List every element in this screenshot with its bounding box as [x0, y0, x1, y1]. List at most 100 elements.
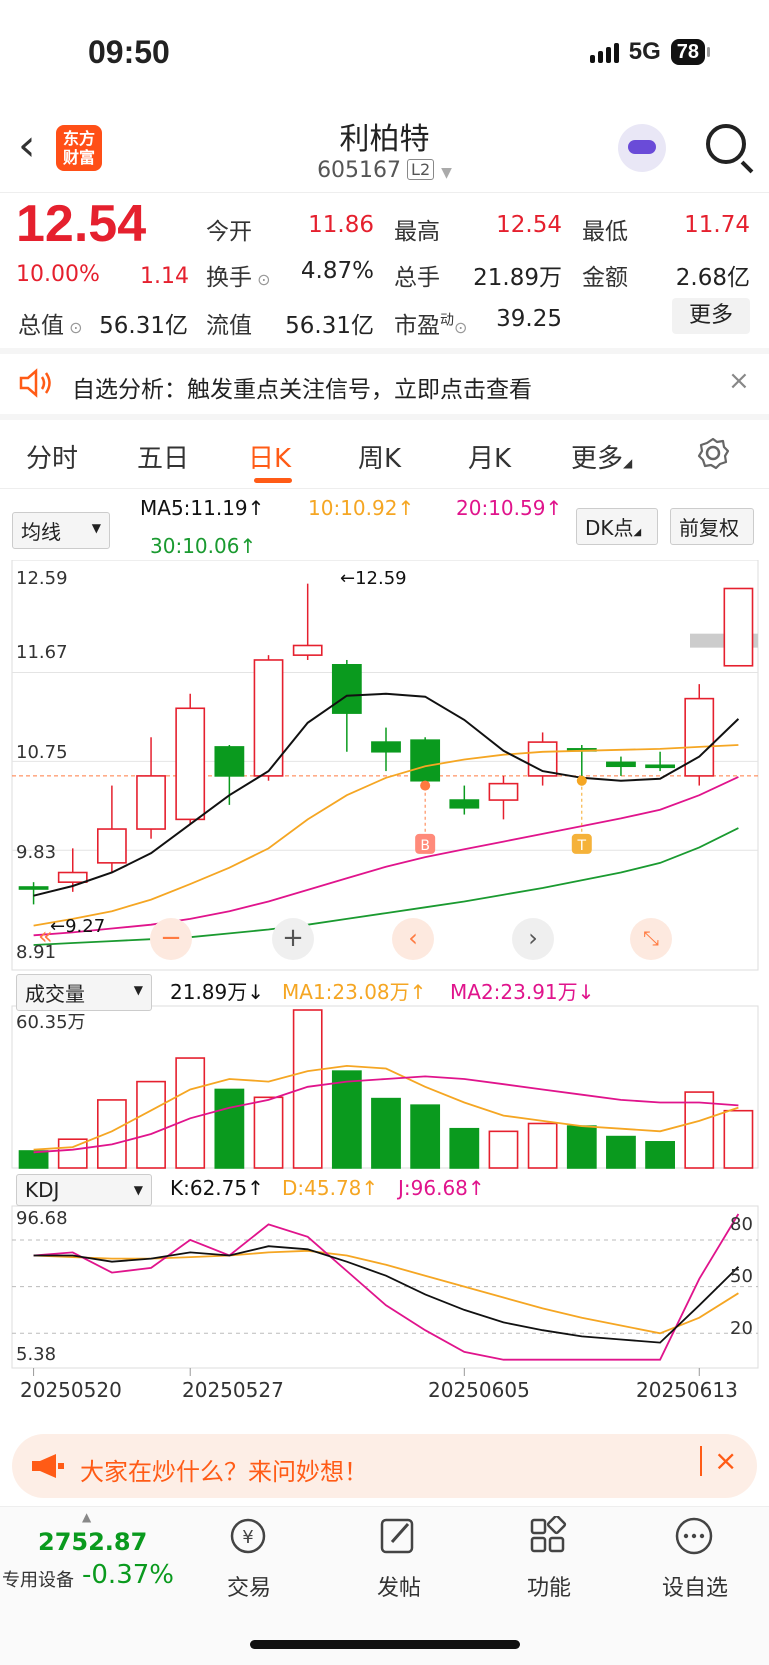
amount-label: 金额 [582, 265, 628, 291]
status-time: 09:50 [88, 34, 170, 70]
tab-daily-k[interactable]: 日K [248, 438, 291, 475]
volume-pane [11, 1005, 759, 1169]
candle-body [606, 761, 636, 768]
ma30-label: 30:10.06↑ [150, 534, 257, 558]
indicator-select-kdj[interactable]: KDJ ▼ [16, 1174, 152, 1206]
tab-intraday[interactable]: 分时 [26, 438, 78, 475]
volume-value: 21.89万 [473, 265, 562, 291]
zoom-out-button[interactable]: − [150, 918, 192, 960]
volume-label: 总手 [394, 265, 440, 291]
next-button[interactable]: › [512, 918, 554, 960]
last-price: 12.54 [16, 195, 147, 253]
total-mv-value: 56.31亿 [99, 313, 188, 339]
settings-gear-icon[interactable] [696, 436, 730, 470]
index-value[interactable]: 2752.87 [38, 1528, 147, 1556]
candle-body [175, 707, 206, 821]
level-badge: L2 [407, 159, 435, 180]
megaphone-icon [32, 1454, 64, 1478]
active-tab-indicator [254, 478, 292, 483]
candle-body [371, 741, 401, 753]
tab-monthly-k[interactable]: 月K [468, 438, 511, 475]
dk-point-button[interactable]: DK点◢ [576, 508, 658, 545]
candle-body [410, 739, 441, 782]
candle-body [645, 764, 676, 769]
tab-five-day[interactable]: 五日 [137, 438, 189, 475]
high-annotation: ←12.59 [340, 568, 407, 589]
volume-bar [96, 1099, 127, 1169]
indicator-select-ma[interactable]: 均线 ▼ [12, 512, 110, 549]
price-axis-label: 11.67 [16, 642, 68, 663]
tab-weekly-k[interactable]: 周K [358, 438, 401, 475]
signal-icon [589, 41, 619, 63]
volume-bar [606, 1135, 636, 1169]
nav-watchlist[interactable]: 设自选 [650, 1570, 740, 1602]
zoom-in-button[interactable]: + [272, 918, 314, 960]
float-mv-value: 56.31亿 [285, 313, 374, 339]
volume-bar [253, 1096, 284, 1169]
post-edit-icon[interactable] [378, 1516, 418, 1556]
kdj-max-label: 96.68 [16, 1208, 68, 1229]
alert-text[interactable]: 自选分析：触发重点关注信号，立即点击查看 [72, 370, 532, 404]
adjust-button[interactable]: 前复权 [670, 508, 754, 545]
rewind-icon[interactable]: « [38, 922, 53, 950]
add-watchlist-icon[interactable] [674, 1516, 714, 1556]
kdj-j: J:96.68↑ [398, 1176, 485, 1200]
kdj-pane [11, 1205, 759, 1376]
more-button[interactable]: 更多 [672, 298, 750, 334]
float-mv-label: 流值 [206, 313, 252, 339]
volume-bar [527, 1122, 558, 1169]
kdj-k: K:62.75↑ [170, 1176, 264, 1200]
volume-bar [18, 1150, 49, 1169]
kdj-d-line [33, 1249, 739, 1335]
low-annotation: ←9.27 [50, 916, 106, 937]
assistant-robot-icon[interactable] [618, 124, 666, 172]
low-label: 最低 [582, 219, 628, 245]
date-label: 20250605 [428, 1378, 530, 1402]
volume-bar [723, 1109, 754, 1169]
volume-ma1: MA1:23.08万↑ [282, 980, 427, 1004]
status-indicators: 5G 78 [589, 38, 711, 66]
search-icon[interactable] [706, 124, 746, 164]
turnover-value: 4.87% [300, 258, 374, 284]
candle-body [723, 587, 754, 667]
volume-bar [410, 1104, 441, 1169]
volume-bar [566, 1125, 597, 1169]
indicator-select-volume[interactable]: 成交量 ▼ [16, 974, 152, 1011]
date-label: 20250527 [182, 1378, 284, 1402]
buy-badge-label: B [420, 838, 430, 854]
open-label: 今开 [206, 219, 252, 245]
price-axis-label: 10.75 [16, 742, 68, 763]
date-label: 20250613 [636, 1378, 738, 1402]
index-change: -0.37% [82, 1560, 174, 1590]
candle-body [331, 664, 362, 714]
fullscreen-icon[interactable]: ⤡ [630, 918, 672, 960]
volume-bar [136, 1080, 166, 1169]
close-icon[interactable]: × [728, 366, 750, 396]
prev-button[interactable]: ‹ [392, 918, 434, 960]
low-value: 11.74 [684, 212, 750, 238]
expand-arrow-icon[interactable]: ▲ [82, 1510, 91, 1524]
speaker-icon [19, 368, 51, 398]
nav-function[interactable]: 功能 [504, 1570, 594, 1602]
date-label: 20250520 [20, 1378, 122, 1402]
nav-trade[interactable]: 交易 [204, 1570, 294, 1602]
t-dot [576, 775, 587, 786]
candle-body [488, 782, 519, 801]
nav-post[interactable]: 发帖 [354, 1570, 444, 1602]
banner-close-icon[interactable]: × [714, 1444, 737, 1477]
kdj-level-label: 80 [730, 1214, 753, 1235]
banner-text[interactable]: 大家在炒什么？来问妙想！ [80, 1452, 368, 1487]
svg-text:¥: ¥ [242, 1527, 253, 1548]
pe-value: 39.25 [496, 306, 562, 332]
candle-body [449, 799, 480, 809]
function-grid-icon[interactable] [528, 1516, 568, 1556]
kdj-level-label: 20 [730, 1318, 753, 1339]
volume-bar [214, 1088, 245, 1169]
volume-ma2: MA2:23.91万↓ [450, 980, 595, 1004]
tab-more[interactable]: 更多◢ [571, 438, 632, 475]
ma5-label: MA5:11.19↑ [140, 496, 265, 520]
candle-body [18, 886, 49, 890]
candle-body [684, 697, 715, 777]
trade-yuan-icon[interactable]: ¥ [228, 1516, 268, 1556]
volume-bar [371, 1097, 401, 1169]
